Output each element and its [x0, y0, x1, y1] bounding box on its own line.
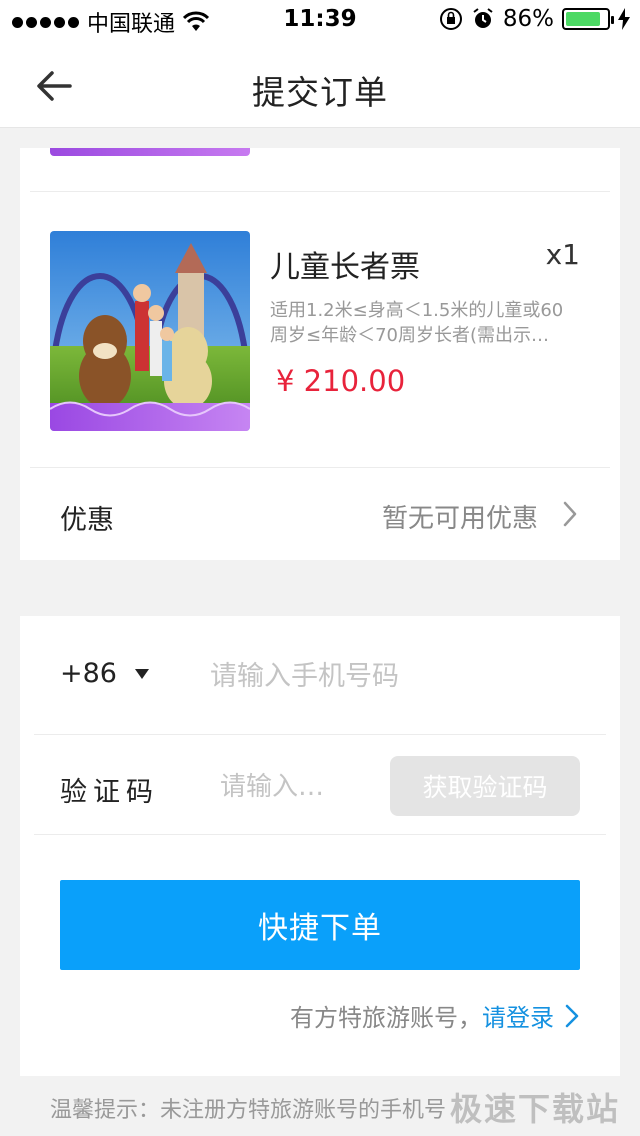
phone-input[interactable]	[210, 652, 590, 700]
country-code: +86	[60, 658, 117, 689]
order-card: 儿童长者票 x1 适用1.2米≤身高＜1.5米的儿童或60 周岁≤年龄＜70周岁…	[20, 148, 620, 560]
product-name: 儿童长者票	[270, 250, 420, 285]
verification-code-input[interactable]	[220, 763, 370, 811]
chevron-right-icon	[565, 1004, 579, 1027]
product-quantity: x1	[545, 238, 580, 271]
battery-icon	[562, 8, 614, 30]
discount-value: 暂无可用优惠	[381, 504, 538, 534]
product-description-line: 适用1.2米≤身高＜1.5米的儿童或60	[270, 300, 564, 321]
login-link-label: 请登录	[482, 1004, 554, 1032]
login-link[interactable]: 请登录	[482, 998, 580, 1033]
divider	[30, 191, 610, 192]
country-code-selector[interactable]: +86	[60, 658, 149, 689]
nav-bar: 提交订单	[0, 40, 640, 128]
login-prompt: 有方特旅游账号，	[290, 1004, 482, 1032]
battery-percent: 86%	[502, 6, 554, 32]
product-description: 适用1.2米≤身高＜1.5米的儿童或60 周岁≤年龄＜70周岁长者(需出示…	[270, 298, 600, 348]
page-title: 提交订单	[252, 73, 388, 112]
get-verification-code-button[interactable]: 获取验证码	[390, 756, 580, 816]
divider	[34, 834, 606, 835]
discount-label: 优惠	[60, 505, 114, 536]
previous-item-image-edge	[50, 148, 250, 156]
chevron-right-icon	[563, 501, 577, 527]
verification-code-label: 验证码	[60, 777, 159, 808]
product-description-line: 周岁≤年龄＜70周岁长者(需出示…	[270, 325, 550, 346]
product-image	[50, 231, 250, 431]
charging-icon	[618, 8, 630, 30]
watermark: 极速下载站	[449, 1090, 620, 1128]
product-price: ¥ 210.00	[276, 364, 406, 398]
quick-order-button[interactable]: 快捷下单	[60, 880, 580, 970]
status-bar: 中国联通 11:39 86%	[0, 0, 640, 40]
discount-row[interactable]: 优惠 暂无可用优惠	[20, 468, 620, 560]
orientation-lock-icon	[439, 8, 462, 30]
contact-form-card: +86 验证码 获取验证码 快捷下单 有方特旅游账号， 请登录	[20, 616, 620, 1076]
caret-down-icon	[134, 668, 149, 679]
login-row: 有方特旅游账号， 请登录	[290, 998, 580, 1033]
alarm-icon	[473, 8, 493, 28]
divider	[34, 734, 606, 735]
